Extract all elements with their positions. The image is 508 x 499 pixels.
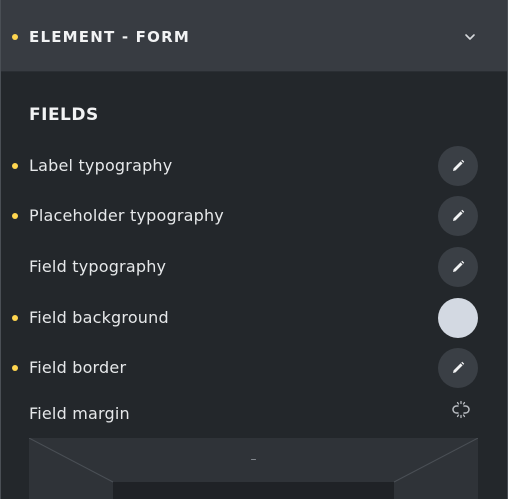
element-form-header[interactable]: ELEMENT - FORM — [1, 0, 507, 72]
modified-indicator — [12, 315, 18, 321]
setting-label: Label typography — [29, 156, 173, 175]
setting-row-field-border: Field border — [1, 348, 507, 388]
edit-placeholder-typography-button[interactable] — [438, 196, 478, 236]
panel-title: ELEMENT - FORM — [29, 28, 190, 46]
edit-field-typography-button[interactable] — [438, 247, 478, 287]
setting-row-field-typography: Field typography — [1, 247, 507, 287]
chevron-down-icon[interactable] — [464, 31, 476, 43]
section-title-fields: FIELDS — [29, 105, 99, 125]
margin-top-input[interactable]: – — [29, 452, 478, 466]
setting-row-placeholder-typography: Placeholder typography — [1, 196, 507, 236]
setting-label: Placeholder typography — [29, 206, 224, 225]
edit-label-typography-button[interactable] — [438, 146, 478, 186]
setting-row-field-margin: Field margin — [1, 394, 507, 434]
modified-indicator — [12, 213, 18, 219]
unlink-icon[interactable] — [451, 400, 471, 420]
edit-field-border-button[interactable] — [438, 348, 478, 388]
pencil-icon — [453, 209, 465, 221]
modified-indicator — [12, 163, 18, 169]
modified-indicator — [12, 34, 18, 40]
setting-label: Field typography — [29, 257, 167, 276]
setting-row-label-typography: Label typography — [1, 146, 507, 186]
setting-row-field-background: Field background — [1, 298, 507, 338]
setting-label: Field border — [29, 358, 127, 377]
form-element-panel: ELEMENT - FORM FIELDS Label typography P… — [0, 0, 508, 499]
field-background-color-swatch[interactable] — [438, 298, 478, 338]
modified-indicator — [12, 365, 18, 371]
setting-label: Field margin — [29, 404, 130, 423]
spacing-inner-area — [113, 482, 394, 499]
pencil-icon — [453, 260, 465, 272]
setting-label: Field background — [29, 308, 169, 327]
margin-spacing-control: – — [29, 438, 478, 499]
pencil-icon — [453, 361, 465, 373]
pencil-icon — [453, 159, 465, 171]
